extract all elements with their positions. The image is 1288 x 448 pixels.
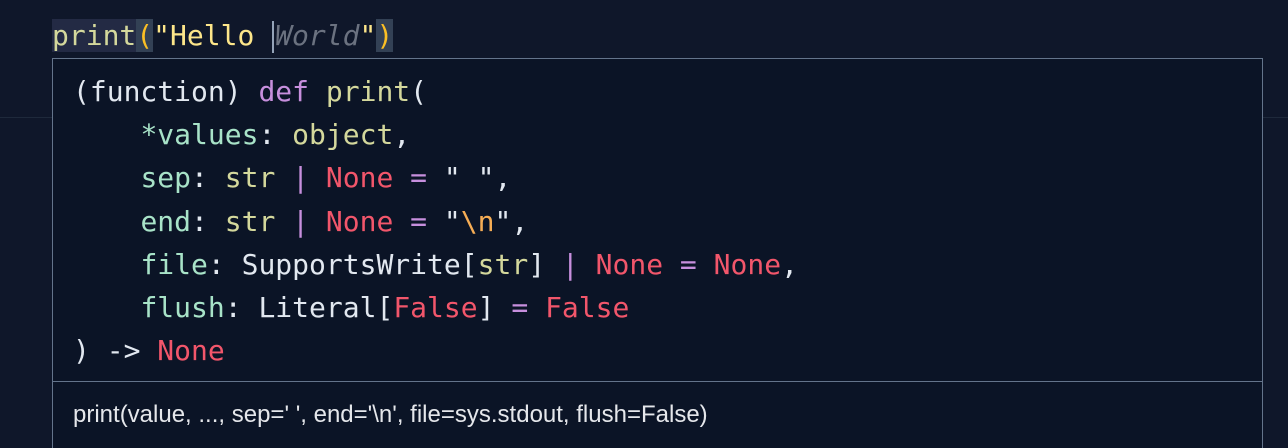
signature-prefix: (function) [73,75,259,108]
type-argument: str [477,247,529,281]
param-name-values: *values [140,118,259,152]
param-type-sep: str [224,161,276,195]
param-name-flush: flush [140,291,225,325]
param-separator: : [191,161,225,195]
return-type: None [157,334,225,368]
param-separator: : [224,291,259,325]
param-name-file: file [140,247,208,281]
return-arrow: -> [89,334,158,368]
param-name-sep: sep [140,161,192,195]
inline-suggestion[interactable]: World [275,19,359,52]
type-bracket: ] [477,291,495,325]
string-quote: " [494,204,512,238]
function-signature: (function) def print( *values: object, s… [73,70,798,372]
none-type: None [595,247,664,281]
equals-operator: = [393,161,444,195]
string-literal[interactable]: Hello [170,19,271,52]
union-pipe: | [275,204,326,238]
param-type-values: object [292,118,394,152]
escape-sequence: \n [460,204,495,238]
param-separator: : [258,118,293,152]
none-type: None [325,204,394,238]
def-keyword: def [258,75,310,108]
equals-operator: = [663,247,714,281]
param-name-end: end [140,204,192,238]
param-separator: : [207,247,242,281]
param-comma: , [781,247,798,281]
string-quote: " [443,204,461,238]
type-argument: False [393,291,478,325]
union-pipe: | [275,161,326,195]
string-quote-close: " [359,19,377,52]
param-comma: , [393,118,411,152]
type-bracket: ] [528,247,546,281]
param-default-file: None [713,247,782,281]
param-separator: : [191,204,225,238]
none-type: None [325,161,394,195]
union-pipe: | [545,247,596,281]
hover-tooltip[interactable]: (function) def print( *values: object, s… [52,58,1263,448]
equals-operator: = [393,204,444,238]
param-default-sep: " " [443,161,495,195]
text-cursor [272,21,275,53]
param-comma: , [511,204,529,238]
signature-function-name: print [325,75,411,108]
code-line[interactable]: print("Hello World") [52,14,394,58]
open-paren: ( [136,19,154,52]
param-type-file: SupportsWrite [241,247,461,281]
signature-close-paren: ) [73,334,90,368]
param-type-end: str [224,204,276,238]
type-bracket: [ [460,247,478,281]
equals-operator: = [494,291,546,325]
docstring: print(value, ..., sep=' ', end='\n', fil… [73,401,708,428]
param-type-flush: Literal [258,291,377,325]
param-comma: , [494,161,512,195]
string-quote-open: " [153,19,171,52]
tooltip-divider [53,381,1262,382]
param-default-flush: False [545,291,630,325]
close-paren: ) [376,19,394,52]
signature-open-paren: ( [410,75,428,108]
function-call-name[interactable]: print [52,19,137,52]
type-bracket: [ [376,291,394,325]
